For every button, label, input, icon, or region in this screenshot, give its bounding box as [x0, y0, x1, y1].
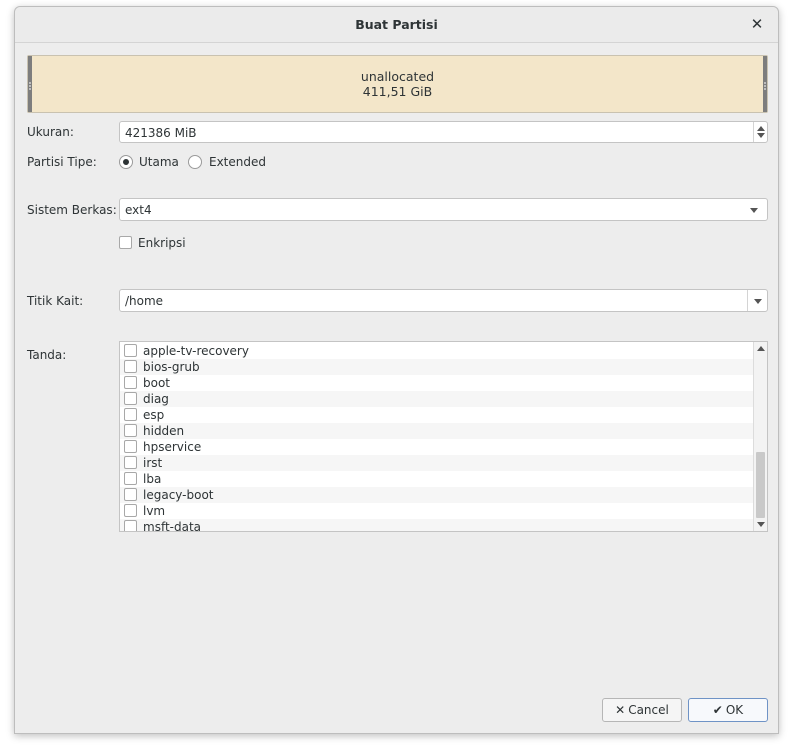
partition-type-label: Partisi Tipe: [27, 155, 97, 169]
flag-checkbox[interactable] [124, 376, 137, 389]
radio-primary[interactable] [119, 155, 133, 169]
size-spinbox[interactable]: 421386 MiB [119, 121, 768, 143]
filesystem-value: ext4 [125, 203, 152, 217]
checkmark-icon: ✔ [712, 703, 723, 717]
close-icon[interactable]: ✕ [748, 15, 766, 33]
encrypt-label[interactable]: Enkripsi [138, 236, 186, 250]
cancel-button[interactable]: ✕ Cancel [602, 698, 682, 722]
dialog-title: Buat Partisi [355, 17, 438, 32]
encrypt-checkbox[interactable] [119, 236, 132, 249]
flags-scrollbar[interactable] [753, 342, 767, 531]
flag-label: legacy-boot [143, 488, 214, 502]
chevron-down-icon[interactable] [750, 208, 758, 213]
partition-bar-size: 411,51 GiB [362, 84, 433, 99]
flags-label: Tanda: [27, 348, 67, 362]
list-item[interactable]: irst [120, 455, 754, 471]
list-item[interactable]: lba [120, 471, 754, 487]
flag-label: hidden [143, 424, 185, 438]
cancel-button-label: Cancel [628, 703, 669, 717]
size-spin-buttons[interactable] [753, 122, 767, 142]
radio-primary-label[interactable]: Utama [139, 155, 179, 169]
radio-extended-label[interactable]: Extended [209, 155, 266, 169]
filesystem-label: Sistem Berkas: [27, 203, 117, 217]
close-icon: ✕ [615, 703, 626, 717]
scroll-up-icon[interactable] [757, 346, 765, 351]
scroll-down-icon[interactable] [757, 522, 765, 527]
list-item[interactable]: msft-data [120, 519, 754, 532]
flag-checkbox[interactable] [124, 504, 137, 517]
ok-button-label: OK [725, 703, 744, 717]
partition-bar-label: unallocated [360, 69, 435, 84]
partition-size-bar[interactable]: unallocated 411,51 GiB [27, 55, 768, 113]
flag-label: msft-data [143, 520, 202, 532]
titlebar: Buat Partisi ✕ [15, 7, 778, 43]
flag-checkbox[interactable] [124, 424, 137, 437]
flag-checkbox[interactable] [124, 344, 137, 357]
list-item[interactable]: boot [120, 375, 754, 391]
spin-down-icon[interactable] [757, 133, 765, 138]
mount-point-value[interactable]: /home [125, 294, 163, 308]
create-partition-dialog: Buat Partisi ✕ unallocated 411,51 GiB Uk… [14, 6, 779, 734]
flag-checkbox[interactable] [124, 472, 137, 485]
scrollbar-thumb[interactable] [756, 452, 765, 518]
list-item[interactable]: legacy-boot [120, 487, 754, 503]
flag-checkbox[interactable] [124, 392, 137, 405]
flag-label: apple-tv-recovery [143, 344, 249, 358]
list-item[interactable]: hidden [120, 423, 754, 439]
flag-checkbox[interactable] [124, 456, 137, 469]
flag-label: esp [143, 408, 165, 422]
mount-point-dropdown-button[interactable] [747, 290, 767, 311]
size-value: 421386 MiB [125, 126, 197, 140]
flag-checkbox[interactable] [124, 440, 137, 453]
list-item[interactable]: hpservice [120, 439, 754, 455]
flag-checkbox[interactable] [124, 408, 137, 421]
flag-label: bios-grub [143, 360, 200, 374]
flag-label: lba [143, 472, 162, 486]
flag-label: lvm [143, 504, 166, 518]
chevron-down-icon [754, 299, 762, 304]
size-label: Ukuran: [27, 125, 74, 139]
mount-point-label: Titik Kait: [27, 294, 84, 308]
list-item[interactable]: esp [120, 407, 754, 423]
flags-list[interactable]: apple-tv-recovery bios-grub boot diag es… [119, 341, 768, 532]
flag-checkbox[interactable] [124, 488, 137, 501]
list-item[interactable]: apple-tv-recovery [120, 343, 754, 359]
flag-label: irst [143, 456, 163, 470]
list-item[interactable]: diag [120, 391, 754, 407]
flag-label: boot [143, 376, 171, 390]
flag-checkbox[interactable] [124, 520, 137, 531]
spin-up-icon[interactable] [757, 126, 765, 131]
filesystem-dropdown[interactable]: ext4 [119, 198, 768, 221]
ok-button[interactable]: ✔ OK [688, 698, 768, 722]
radio-extended[interactable] [188, 155, 202, 169]
flag-checkbox[interactable] [124, 360, 137, 373]
resize-handle-right[interactable] [763, 56, 767, 112]
flag-label: diag [143, 392, 169, 406]
flag-label: hpservice [143, 440, 202, 454]
list-item[interactable]: lvm [120, 503, 754, 519]
mount-point-combo[interactable]: /home [119, 289, 768, 312]
list-item[interactable]: bios-grub [120, 359, 754, 375]
